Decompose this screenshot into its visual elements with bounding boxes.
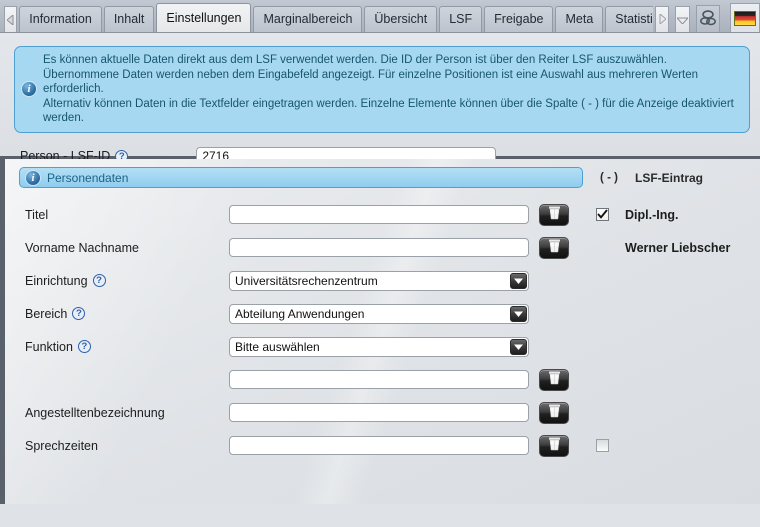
field-control: Bitte auswählen	[229, 336, 529, 357]
lsf-entry-value: Werner Liebscher	[625, 240, 731, 255]
field-label: Bereich?	[5, 307, 229, 321]
form-row: Funktion? Bitte auswählen	[5, 330, 760, 363]
chain-link-icon	[698, 9, 718, 30]
triangle-right-icon	[658, 12, 667, 27]
tab-meta[interactable]: Meta	[555, 6, 604, 32]
trash-bin-icon	[548, 206, 561, 223]
personendaten-panel: i Personendaten ( - ) LSF-Eintrag Titel D…	[0, 159, 760, 504]
field-label-text: Sprechzeiten	[25, 438, 98, 453]
tab-information[interactable]: Information	[19, 6, 102, 32]
lsf-entry-value: Dipl.-Ing.	[625, 207, 679, 222]
field-control	[229, 403, 529, 422]
field-label-text: Einrichtung	[25, 273, 88, 288]
field-control	[229, 205, 529, 224]
tab--bersicht[interactable]: Übersicht	[364, 6, 438, 32]
info-banner: i Es können aktuelle Daten direkt aus de…	[14, 46, 750, 133]
column-header-minus: ( - )	[600, 171, 618, 184]
form-row: Angestelltenbezeichnung	[5, 396, 760, 429]
field-label-text: Funktion	[25, 339, 73, 354]
help-question-icon[interactable]: ?	[92, 274, 106, 287]
top-section: i Es können aktuelle Daten direkt aus de…	[0, 33, 760, 166]
info-line-3: Alternativ können Daten in die Textfelde…	[43, 97, 734, 125]
help-question-icon[interactable]: ?	[77, 340, 91, 353]
tab-menu-button[interactable]	[675, 6, 690, 32]
section-title: Personendaten	[47, 170, 129, 185]
field-label: Sprechzeiten	[5, 439, 229, 453]
text-input[interactable]	[229, 205, 529, 224]
chevron-down-icon	[675, 13, 690, 27]
delete-field-button[interactable]	[539, 368, 569, 391]
form-row	[5, 363, 760, 396]
tab-bar: Information Inhalt Einstellungen Marginalbe…	[0, 0, 760, 33]
field-control: Abteilung Anwendungen	[229, 303, 529, 324]
trash-bin-icon	[548, 371, 561, 388]
tab-lsf[interactable]: LSF	[439, 6, 483, 32]
info-banner-text: Es können aktuelle Daten direkt aus dem …	[43, 53, 741, 126]
hide-field-checkbox[interactable]	[595, 439, 609, 452]
form-row: Titel Dipl.-Ing.	[5, 198, 760, 231]
link-tool-button[interactable]	[695, 5, 721, 32]
hide-field-checkbox[interactable]	[595, 208, 609, 222]
info-circle-icon: i	[25, 169, 41, 186]
trash-bin-icon	[548, 437, 561, 454]
delete-field-button[interactable]	[539, 236, 569, 259]
field-control	[229, 436, 529, 455]
select-bereich[interactable]: Abteilung Anwendungen	[229, 303, 529, 324]
select-funktion[interactable]: Bitte auswählen	[229, 336, 529, 357]
trash-bin-icon	[548, 239, 561, 256]
field-control	[229, 238, 529, 257]
field-control	[229, 370, 529, 389]
form-row: Einrichtung? Universitätsrechenzentrum	[5, 264, 760, 297]
delete-field-button[interactable]	[539, 401, 569, 424]
info-line-2: Übernommene Daten werden neben dem Einga…	[43, 68, 699, 96]
tab-scroll-right-button[interactable]	[654, 6, 670, 32]
trash-bin-icon	[548, 404, 561, 421]
select-value: Bitte auswählen	[235, 339, 320, 354]
tab-freigabe[interactable]: Freigabe	[484, 6, 554, 32]
section-header-row: i Personendaten ( - ) LSF-Eintrag	[5, 167, 760, 188]
chevron-down-icon[interactable]	[510, 338, 527, 355]
field-label-text: Titel	[25, 207, 49, 222]
field-label: Titel	[5, 208, 229, 222]
german-flag-icon	[734, 10, 757, 26]
delete-field-button[interactable]	[539, 434, 569, 457]
info-line-1: Es können aktuelle Daten direkt aus dem …	[43, 54, 667, 66]
chevron-down-icon[interactable]	[510, 305, 527, 322]
field-label-text: Bereich	[25, 306, 68, 321]
field-label: Angestelltenbezeichnung	[5, 406, 229, 420]
language-button[interactable]	[730, 3, 760, 32]
delete-field-button[interactable]	[539, 203, 569, 226]
info-circle-icon: i	[21, 81, 37, 98]
tab-scroll-left-button[interactable]	[4, 6, 18, 32]
tab-einstellungen[interactable]: Einstellungen	[156, 3, 252, 32]
tab-inhalt[interactable]: Inhalt	[103, 6, 155, 32]
form-rows: Titel Dipl.-Ing. Vorname Nachname Werner Li…	[5, 198, 760, 462]
tab-statisti[interactable]: Statisti	[605, 6, 653, 32]
help-question-icon[interactable]: ?	[72, 307, 86, 320]
text-input[interactable]	[229, 370, 529, 389]
hide-column-cell	[579, 208, 625, 221]
column-header-lsf-eintrag: LSF-Eintrag	[635, 170, 703, 185]
text-input[interactable]	[229, 403, 529, 422]
chevron-down-icon[interactable]	[510, 272, 527, 289]
text-input[interactable]	[229, 436, 529, 455]
select-value: Abteilung Anwendungen	[235, 306, 365, 321]
hide-column-cell	[579, 439, 625, 452]
section-header-personendaten[interactable]: i Personendaten	[19, 167, 583, 188]
select-value: Universitätsrechenzentrum	[235, 273, 378, 288]
tab-marginalbereich[interactable]: Marginalbereich	[253, 6, 363, 32]
field-label: Vorname Nachname	[5, 241, 229, 255]
field-label-text: Angestelltenbezeichnung	[25, 405, 165, 420]
form-row: Vorname Nachname Werner Liebscher	[5, 231, 760, 264]
field-label-text: Vorname Nachname	[25, 240, 139, 255]
form-row: Sprechzeiten	[5, 429, 760, 462]
field-control: Universitätsrechenzentrum	[229, 270, 529, 291]
check-icon	[596, 208, 608, 222]
select-einrichtung[interactable]: Universitätsrechenzentrum	[229, 270, 529, 291]
form-row: Bereich? Abteilung Anwendungen	[5, 297, 760, 330]
triangle-left-icon	[6, 14, 15, 25]
field-label: Einrichtung?	[5, 274, 229, 288]
text-input[interactable]	[229, 238, 529, 257]
field-label: Funktion?	[5, 340, 229, 354]
